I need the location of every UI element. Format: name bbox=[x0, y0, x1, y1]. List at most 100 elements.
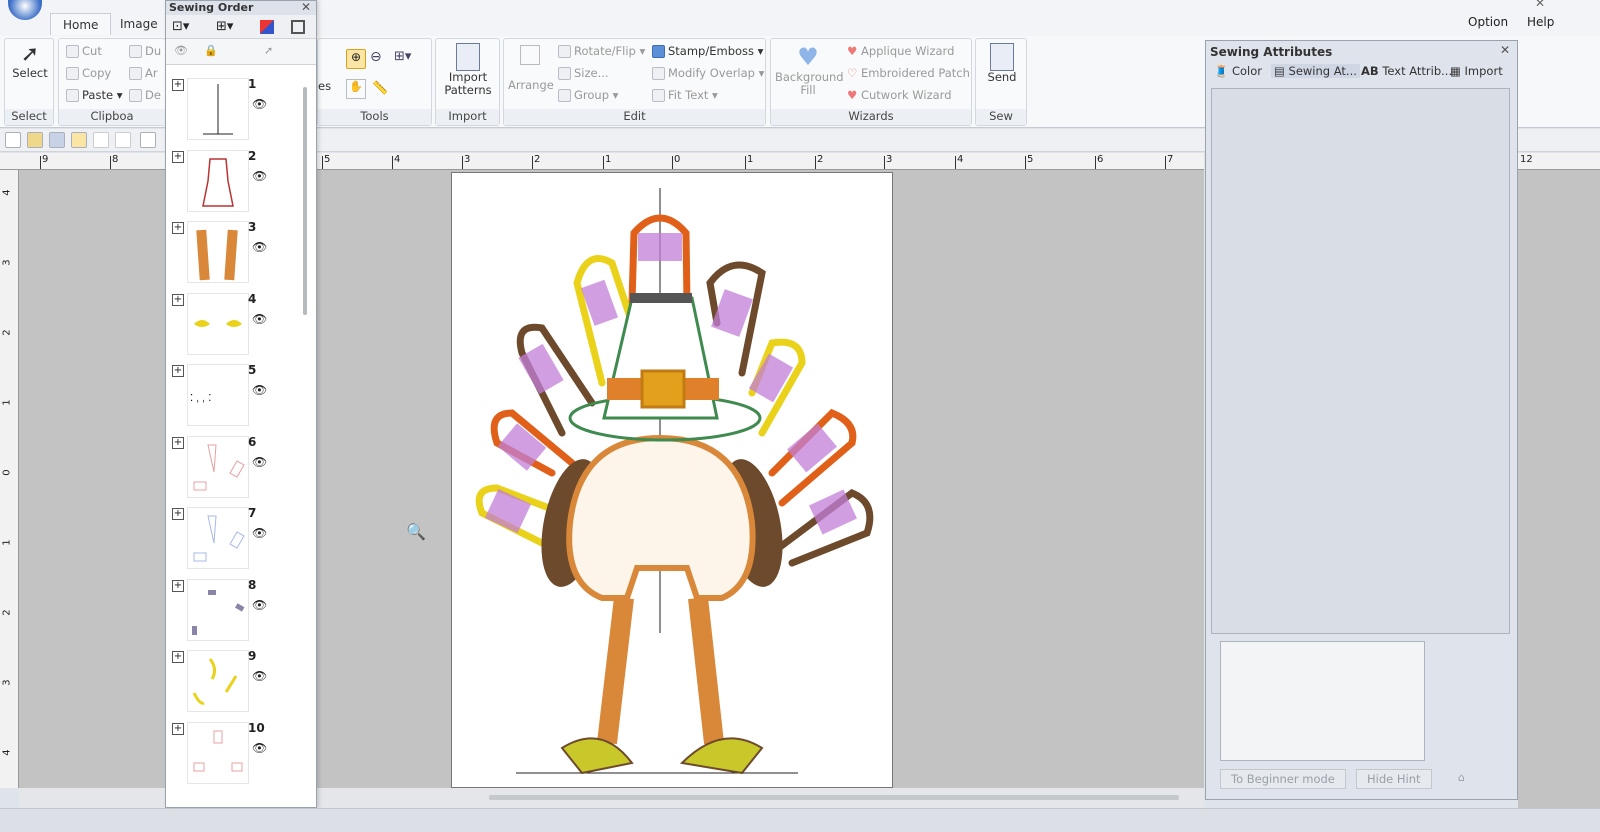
visibility-eye-icon[interactable]: 👁 bbox=[252, 669, 267, 683]
app-logo-icon[interactable] bbox=[8, 0, 42, 20]
visibility-eye-icon[interactable]: 👁 bbox=[252, 169, 267, 183]
group-edit: Arrange Rotate/Flip ▾ Size... Group ▾ St… bbox=[503, 38, 766, 126]
background-fill-button[interactable]: ♥ Background Fill bbox=[775, 43, 844, 97]
sewing-order-item[interactable]: +2 👁 bbox=[166, 147, 302, 217]
delete-button[interactable]: De bbox=[129, 88, 161, 102]
expand-icon[interactable]: + bbox=[172, 293, 184, 306]
close-panel-icon[interactable]: ✕ bbox=[301, 0, 311, 14]
group-label-tools: Tools bbox=[318, 109, 431, 125]
lock-icon[interactable]: 🔒 bbox=[204, 44, 218, 57]
ruler-tick bbox=[40, 156, 41, 169]
group-button[interactable]: Group ▾ bbox=[558, 88, 618, 102]
visibility-eye-icon[interactable]: 👁 bbox=[252, 312, 267, 326]
close-window-icon[interactable]: ✕ bbox=[1535, 0, 1545, 10]
visibility-eye-icon[interactable]: 👁 bbox=[252, 97, 267, 111]
hand-pan-icon[interactable]: ✋ bbox=[346, 79, 366, 99]
stamp-emboss-button[interactable]: Stamp/Emboss ▾ bbox=[652, 44, 763, 58]
sewing-order-item[interactable]: +10 👁 bbox=[166, 719, 302, 789]
new-file-icon[interactable] bbox=[5, 132, 21, 148]
preview-icon[interactable] bbox=[140, 132, 156, 148]
sewing-order-scrollbar[interactable] bbox=[303, 87, 307, 315]
expand-icon[interactable]: + bbox=[172, 222, 184, 234]
tab-sewing-attributes[interactable]: ▤ Sewing At... bbox=[1271, 64, 1360, 78]
sewing-order-item[interactable]: +7 👁 bbox=[166, 504, 302, 574]
zoom-icon[interactable] bbox=[71, 132, 87, 148]
expand-icon[interactable]: + bbox=[172, 150, 184, 163]
cutwork-wizard-button[interactable]: ♥ Cutwork Wizard bbox=[847, 88, 952, 102]
modify-overlap-button[interactable]: Modify Overlap ▾ bbox=[652, 66, 764, 80]
arrange-button[interactable]: Arrange bbox=[508, 45, 554, 92]
sewing-order-item[interactable]: +6 👁 bbox=[166, 433, 302, 503]
sewing-order-item[interactable]: +8 👁 bbox=[166, 576, 302, 646]
tab-import[interactable]: ▦ Import bbox=[1450, 64, 1503, 78]
scroll-thumb[interactable] bbox=[489, 795, 1179, 800]
tab-text-attributes[interactable]: AB Text Attrib... bbox=[1361, 64, 1452, 78]
save-icon[interactable] bbox=[49, 132, 65, 148]
redo-icon[interactable] bbox=[115, 132, 131, 148]
visibility-eye-icon[interactable]: 👁 bbox=[252, 598, 267, 612]
tab-home[interactable]: Home bbox=[50, 13, 112, 35]
select-button[interactable]: ➚ Select bbox=[11, 43, 49, 80]
cut-button[interactable]: Cut bbox=[66, 44, 102, 58]
heart-outline-icon: ♡ bbox=[847, 66, 858, 80]
hint-tool-icon[interactable]: ⌂ bbox=[1458, 771, 1465, 784]
visibility-eye-icon[interactable]: 👁 bbox=[252, 526, 267, 540]
zoom-out-icon[interactable]: ⊖ bbox=[370, 49, 382, 65]
beginner-mode-button[interactable]: To Beginner mode bbox=[1220, 769, 1346, 789]
duplicate-button[interactable]: Du bbox=[129, 44, 161, 58]
expand-icon[interactable]: + bbox=[172, 365, 184, 377]
tab-image[interactable]: Image bbox=[108, 13, 170, 35]
hide-hint-button[interactable]: Hide Hint bbox=[1356, 769, 1432, 789]
copy-button[interactable]: Copy bbox=[66, 66, 111, 80]
shapes-button[interactable]: es bbox=[318, 79, 331, 93]
rotate-flip-button[interactable]: Rotate/Flip ▾ bbox=[558, 44, 645, 58]
visibility-eye-icon[interactable]: 👁 bbox=[252, 455, 267, 469]
applique-wizard-button[interactable]: ♥ Applique Wizard bbox=[847, 44, 954, 58]
expand-icon[interactable]: + bbox=[172, 508, 184, 520]
embroidered-patch-button[interactable]: ♡ Embroidered Patch bbox=[847, 66, 970, 80]
expand-icon[interactable]: + bbox=[172, 436, 184, 449]
sewing-order-item[interactable]: + ⁚ ˌ ˌ ⁚ 5 👁 bbox=[166, 361, 302, 431]
group-wizards: ♥ Background Fill ♥ Applique Wizard ♡ Em… bbox=[770, 38, 972, 126]
frame-icon[interactable] bbox=[291, 20, 305, 34]
paste-button[interactable]: Paste ▾ bbox=[66, 88, 122, 102]
import-icon bbox=[456, 43, 480, 71]
visibility-eye-icon[interactable]: 👁 bbox=[252, 741, 267, 755]
sewing-order-item[interactable]: +9 👁 bbox=[166, 647, 302, 717]
sewing-order-item[interactable]: +1 👁 bbox=[166, 75, 302, 145]
ruler-tick bbox=[1025, 156, 1026, 169]
import-patterns-button[interactable]: Import Patterns bbox=[440, 43, 496, 97]
menu-option[interactable]: Option bbox=[1468, 15, 1508, 29]
undo-icon[interactable] bbox=[93, 132, 109, 148]
layout-icon[interactable]: ⊞▾ bbox=[216, 19, 233, 34]
duplicate-icon bbox=[129, 45, 142, 58]
group-label-wizards: Wizards bbox=[771, 109, 971, 125]
open-folder-icon[interactable] bbox=[27, 132, 43, 148]
array-button[interactable]: Ar bbox=[129, 66, 158, 80]
fit-text-button[interactable]: Fit Text ▾ bbox=[652, 88, 718, 102]
item-thumbnail bbox=[188, 508, 248, 568]
close-attributes-icon[interactable]: ✕ bbox=[1500, 43, 1510, 57]
menu-help[interactable]: Help bbox=[1527, 15, 1554, 29]
measure-icon[interactable]: 📏 bbox=[372, 81, 388, 96]
send-button[interactable]: Send bbox=[980, 43, 1024, 84]
expand-icon[interactable]: + bbox=[172, 79, 184, 91]
ruler-tick bbox=[1095, 156, 1096, 169]
visibility-eye-icon[interactable]: 👁 bbox=[252, 383, 267, 397]
tab-color[interactable]: 🧵 Color bbox=[1214, 64, 1262, 78]
expand-icon[interactable]: + bbox=[172, 722, 184, 735]
ruler-label: 5 bbox=[324, 154, 331, 165]
pointer-icon[interactable]: ➚ bbox=[264, 44, 273, 57]
zoom-fit-icon[interactable]: ⊞▾ bbox=[394, 49, 411, 64]
zoom-in-icon[interactable]: ⊕ bbox=[346, 49, 366, 69]
sort-icon[interactable]: ⊡▾ bbox=[172, 19, 189, 34]
ruler-label: 7 bbox=[1167, 154, 1174, 165]
sewing-order-item[interactable]: +3 👁 bbox=[166, 218, 302, 288]
expand-icon[interactable]: + bbox=[172, 651, 184, 663]
expand-icon[interactable]: + bbox=[172, 579, 184, 592]
eye-toggle-icon[interactable]: 👁 bbox=[174, 44, 188, 57]
visibility-eye-icon[interactable]: 👁 bbox=[252, 240, 267, 254]
sewing-order-item[interactable]: +4 👁 bbox=[166, 290, 302, 360]
color-sort-icon[interactable] bbox=[260, 20, 274, 34]
size-button[interactable]: Size... bbox=[558, 66, 609, 80]
